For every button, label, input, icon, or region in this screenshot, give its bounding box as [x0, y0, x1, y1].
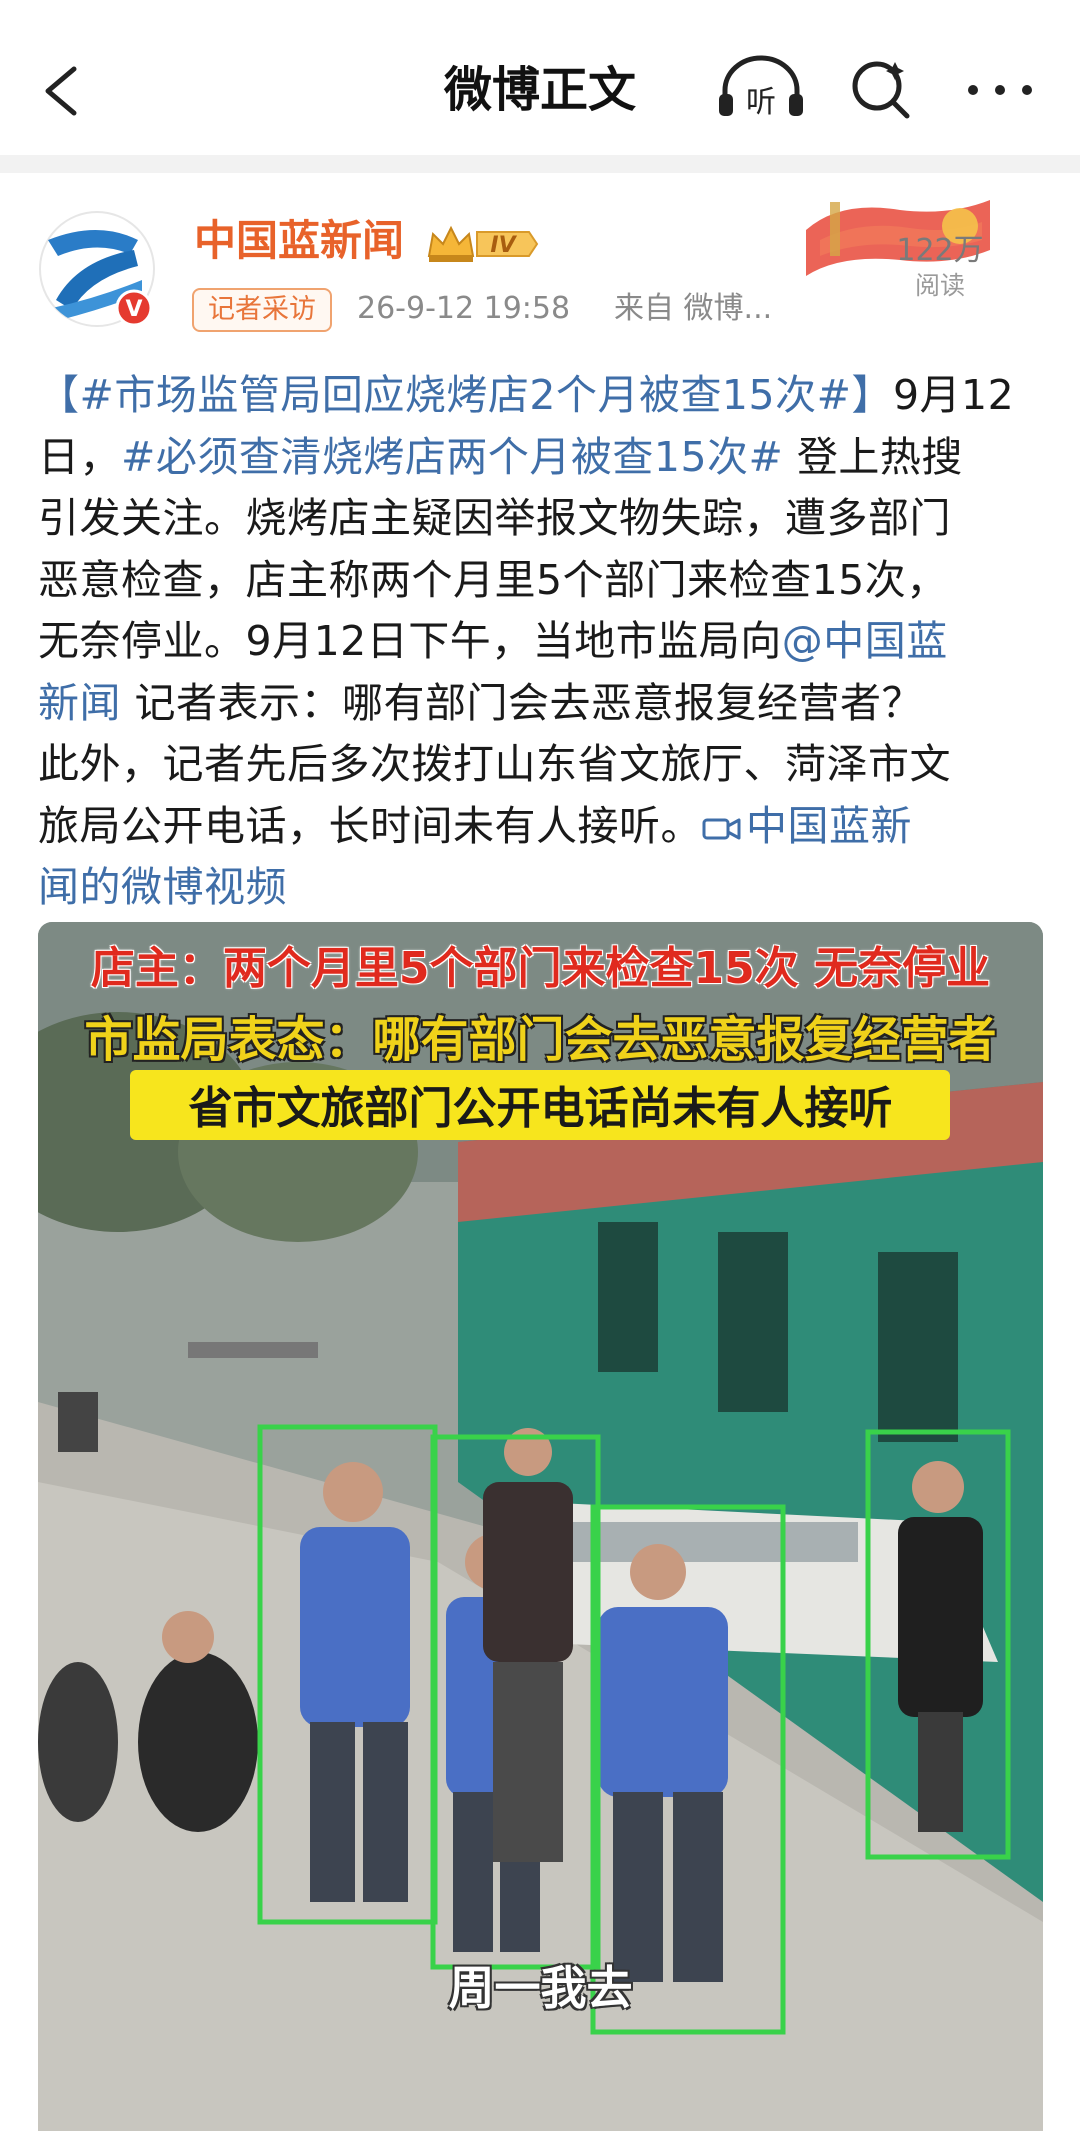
section-divider	[0, 155, 1080, 173]
mention-link-part2[interactable]: 新闻	[38, 679, 121, 727]
listen-label: 听	[746, 85, 776, 120]
chevron-left-icon	[45, 66, 77, 116]
svg-text:V: V	[125, 297, 142, 322]
post-line-8: 旅局公开电话，长时间未有人接听。 中国蓝新	[38, 796, 1043, 858]
video-thumbnail[interactable]: 店主：两个月里5个部门来检查15次 无奈停业 市监局表态：哪有部门会去恶意报复经…	[38, 922, 1043, 2131]
search-icon	[852, 61, 910, 119]
post-line-6: 新闻 记者表示：哪有部门会去恶意报复经营者？	[38, 673, 1043, 735]
member-level-badge[interactable]: IV	[425, 222, 545, 266]
reporter-tag[interactable]: 记者采访	[192, 288, 332, 332]
post-text-5: 无奈停业。9月12日下午，当地市监局向	[38, 617, 782, 665]
post-line-9: 闻的微博视频	[38, 857, 1043, 919]
more-button[interactable]	[955, 52, 1045, 126]
read-label: 阅读	[914, 271, 965, 300]
search-button[interactable]	[845, 52, 917, 126]
read-count: 122万	[896, 233, 984, 268]
post-line-4: 恶意检查，店主称两个月里5个部门来检查15次，	[38, 555, 948, 604]
video-caption-3-background	[130, 1070, 950, 1140]
post-text-1a: 9月12	[892, 371, 1015, 419]
bystander-figure	[483, 1428, 573, 1862]
post-text-6: 记者表示：哪有部门会去恶意报复经营者？	[121, 678, 924, 727]
level-text: IV	[490, 233, 517, 258]
post-line-2: 日，#必须查清烧烤店两个月被查15次# 登上热搜	[38, 427, 1043, 489]
post-line-7: 此外，记者先后多次拨打山东省文旅厅、菏泽市文	[38, 740, 951, 788]
crown-icon: IV	[427, 225, 539, 262]
topic-link-1[interactable]: 【#市场监管局回应烧烤店2个月被查15次#】	[38, 371, 893, 419]
post-text-8: 旅局公开电话，长时间未有人接听。	[38, 801, 702, 850]
topic-link-2[interactable]: #必须查清烧烤店两个月被查15次#	[121, 433, 783, 481]
video-link-label-2[interactable]: 闻的微博视频	[38, 863, 287, 911]
post-text-1b: 日，	[38, 432, 121, 481]
post-source[interactable]: 来自 微博...	[614, 288, 772, 330]
officer-figure	[300, 1462, 410, 1902]
news-logo-icon: V	[39, 211, 155, 327]
author-name[interactable]: 中国蓝新闻	[194, 214, 404, 268]
back-button[interactable]	[38, 55, 86, 125]
video-link[interactable]: 中国蓝新	[702, 802, 912, 850]
video-camera-icon	[702, 818, 741, 839]
author-avatar[interactable]: V	[38, 210, 156, 328]
video-link-label-1: 中国蓝新	[746, 801, 912, 850]
top-nav-bar: 微博正文 听	[0, 0, 1080, 155]
post-body: 【#市场监管局回应烧烤店2个月被查15次#】9月12 日，#必须查清烧烤店两个月…	[38, 365, 1043, 919]
post-line-1: 【#市场监管局回应烧烤店2个月被查15次#】9月12	[38, 365, 1043, 427]
headphones-icon: 听	[719, 55, 803, 120]
post-line-3: 引发关注。烧烤店主疑因举报文物失踪，遭多部门	[38, 494, 951, 542]
listen-button[interactable]: 听	[715, 52, 807, 126]
post-text-2: 登上热搜	[783, 432, 963, 481]
more-dots-icon	[968, 85, 1032, 95]
post-line-5: 无奈停业。9月12日下午，当地市监局向@中国蓝	[38, 611, 1043, 673]
post-time: 26-9-12 19:58	[357, 291, 571, 326]
officer-figure	[598, 1544, 728, 1982]
page-title: 微博正文	[443, 62, 636, 118]
mention-link-part1[interactable]: @中国蓝	[782, 617, 948, 665]
